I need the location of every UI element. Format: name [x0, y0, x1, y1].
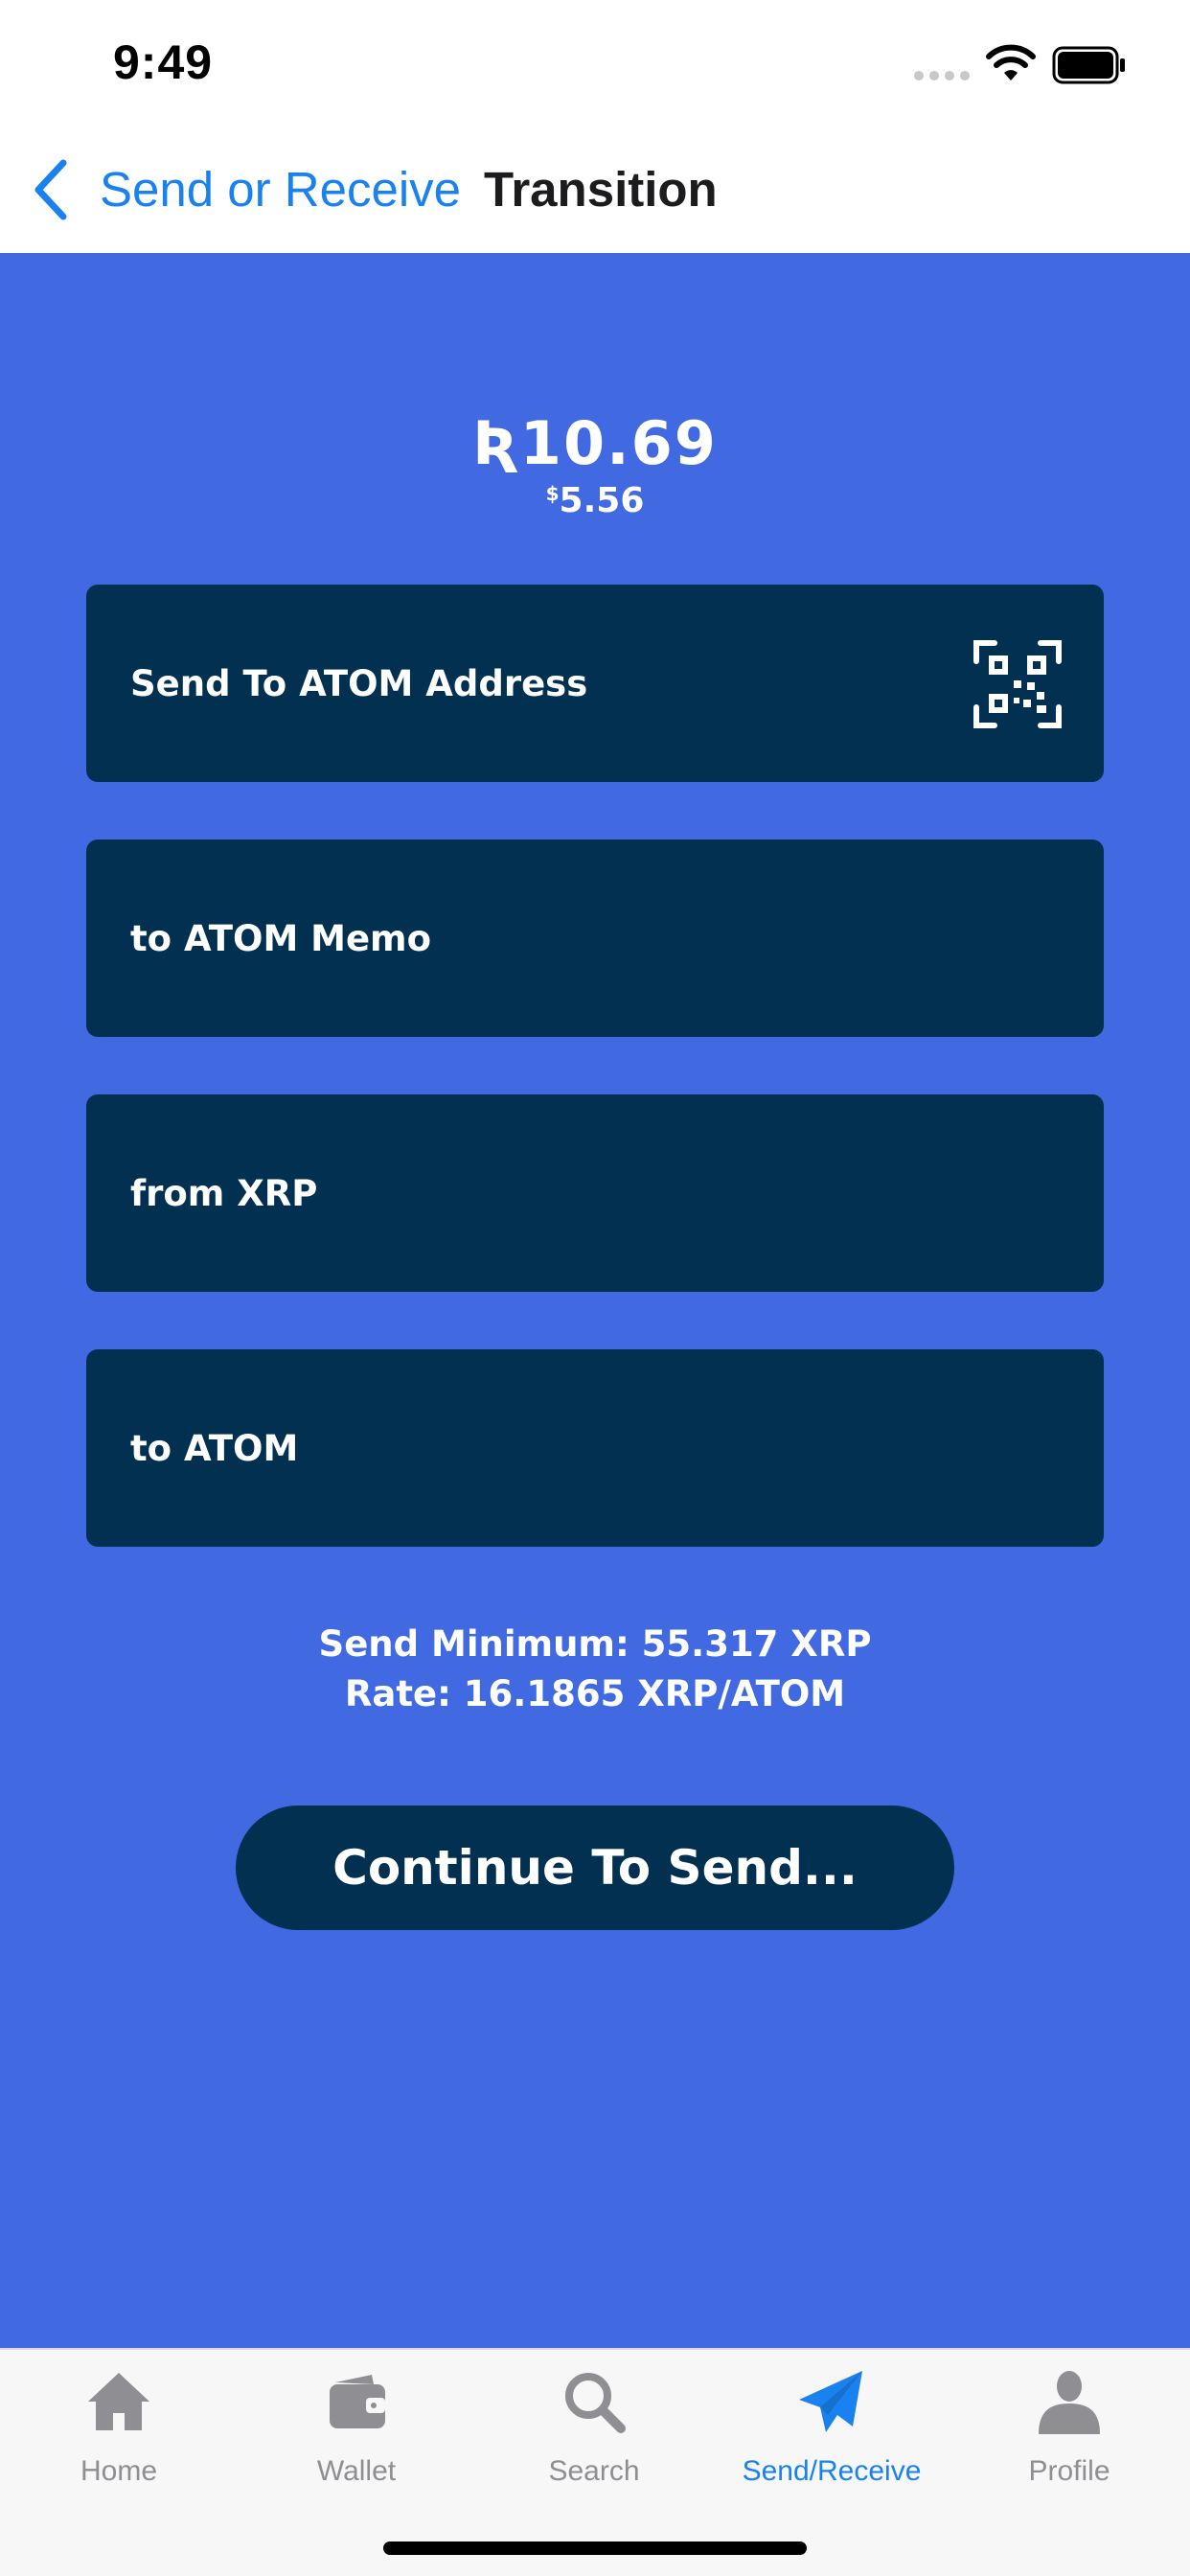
tab-wallet-label: Wallet: [316, 2455, 397, 2487]
tab-send-receive[interactable]: Send/Receive: [713, 2350, 950, 2494]
battery-icon: [1052, 46, 1125, 84]
tab-profile-label: Profile: [1028, 2455, 1110, 2487]
main-content: Ʀ10.69 $5.56 Send To ATOM Address to ATO…: [0, 253, 1190, 2348]
wifi-icon: [986, 44, 1036, 80]
balance-usd-value: 5.56: [559, 481, 645, 520]
paper-plane-icon: [799, 2371, 862, 2432]
tab-search-label: Search: [548, 2455, 640, 2487]
tab-home[interactable]: Home: [0, 2350, 238, 2494]
to-amount-field[interactable]: to ATOM: [86, 1349, 1104, 1547]
balance-secondary: $5.56: [0, 481, 1190, 520]
signal-icon: [914, 71, 970, 80]
currency-symbol: $: [545, 482, 560, 505]
page-title: Transition: [484, 162, 718, 217]
search-icon: [565, 2373, 626, 2433]
tab-profile[interactable]: Profile: [950, 2350, 1188, 2494]
status-time: 9:49: [113, 35, 214, 89]
tab-search[interactable]: Search: [475, 2350, 713, 2494]
back-chevron-icon[interactable]: [33, 159, 71, 220]
rate-text: Rate: 16.1865 XRP/ATOM: [344, 1673, 846, 1714]
continue-button[interactable]: Continue To Send...: [236, 1806, 954, 1930]
from-amount-field[interactable]: from XRP: [86, 1094, 1104, 1292]
balance-primary: Ʀ10.69: [472, 408, 718, 478]
status-bar: 9:49: [0, 0, 1190, 125]
wallet-icon: [330, 2375, 385, 2428]
address-field[interactable]: Send To ATOM Address: [86, 585, 1104, 782]
from-amount-field-label: from XRP: [130, 1172, 318, 1214]
tab-wallet[interactable]: Wallet: [238, 2350, 475, 2494]
navigation-bar: Send or Receive Transition: [0, 125, 1190, 253]
back-button[interactable]: Send or Receive: [100, 161, 461, 218]
address-field-label: Send To ATOM Address: [130, 662, 588, 704]
qr-code-icon[interactable]: [973, 640, 1062, 728]
home-icon: [88, 2373, 149, 2430]
memo-field[interactable]: to ATOM Memo: [86, 840, 1104, 1037]
person-icon: [1039, 2371, 1100, 2434]
to-amount-field-label: to ATOM: [130, 1427, 299, 1469]
tab-home-label: Home: [80, 2455, 158, 2487]
tab-send-receive-label: Send/Receive: [742, 2455, 922, 2487]
send-minimum-text: Send Minimum: 55.317 XRP: [318, 1623, 872, 1665]
home-indicator: [383, 2542, 807, 2555]
memo-field-label: to ATOM Memo: [130, 917, 432, 959]
